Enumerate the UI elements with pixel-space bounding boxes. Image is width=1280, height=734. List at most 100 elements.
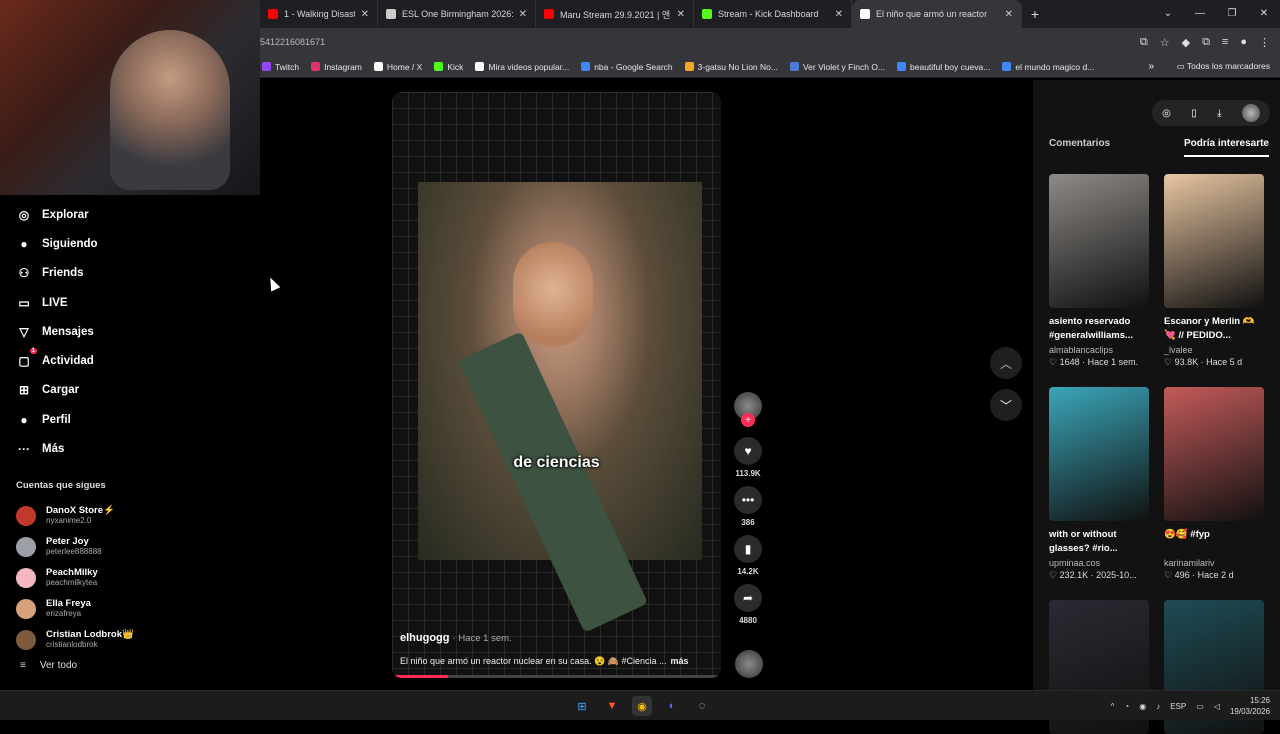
network-icon[interactable]: ▭ — [1196, 702, 1204, 711]
close-tab-icon[interactable]: ✕ — [677, 9, 685, 20]
obs-icon[interactable]: ◌ — [692, 696, 712, 716]
browser-tab[interactable]: El niño que armó un reactor ✕ — [852, 0, 1022, 28]
browser-tab[interactable]: 1 - Walking Disaster - Yo ✕ — [260, 0, 378, 28]
see-all-link[interactable]: ≡ Ver todo — [20, 660, 77, 671]
account-item[interactable]: Cristian Lodbrok👑 cristianlodbrok — [16, 624, 246, 655]
close-tab-icon[interactable]: ✕ — [835, 9, 843, 20]
sidebar-item[interactable]: ▢ 1 Actividad — [16, 346, 246, 375]
close-tab-icon[interactable]: ✕ — [519, 9, 527, 20]
bookmark-item[interactable]: nba - Google Search — [581, 62, 673, 72]
tab-suggested[interactable]: Podría interesarte — [1183, 138, 1269, 157]
media-icon[interactable]: ≡ — [1222, 36, 1228, 49]
restore-icon[interactable]: ❐ — [1216, 0, 1248, 28]
close-tab-icon[interactable]: ✕ — [1005, 9, 1013, 20]
share-button[interactable]: ➦ 4880 — [733, 584, 763, 625]
bookmark-item[interactable]: beautiful boy cueva... — [897, 62, 990, 72]
more-options-icon[interactable]: ⋮ — [1146, 315, 1150, 329]
user-avatar[interactable] — [1241, 104, 1260, 122]
star-icon[interactable]: ☆ — [1160, 36, 1170, 49]
heart-icon[interactable]: ♥ — [734, 437, 762, 465]
share-icon[interactable]: ➦ — [734, 584, 762, 612]
sidebar-item[interactable]: ⚇ Friends — [16, 259, 246, 288]
bookmark-item[interactable]: Kick — [434, 62, 463, 72]
chrome-icon[interactable]: ◉ — [632, 696, 652, 716]
chevron-right-icon[interactable]: » — [1148, 61, 1154, 72]
close-tab-icon[interactable]: ✕ — [361, 9, 369, 20]
video-thumbnail[interactable] — [1049, 387, 1149, 521]
language-indicator[interactable]: ESP — [1170, 702, 1186, 711]
sidebar-item[interactable]: ⊞ Cargar — [16, 376, 246, 405]
video-thumbnail[interactable] — [1164, 174, 1264, 308]
steam-icon[interactable]: ◉ — [1139, 702, 1146, 711]
bookmark-item[interactable]: Ver Violet y Finch O... — [789, 62, 885, 72]
account-item[interactable]: PeachMilky peachmilkytea — [16, 562, 246, 593]
microphone-icon[interactable]: ♪ — [1156, 702, 1160, 711]
download-icon[interactable]: ⤓ — [1217, 108, 1221, 119]
profile-icon[interactable]: ● — [1240, 36, 1247, 49]
browser-tab[interactable]: ESL One Birmingham 2026: Gro ✕ — [378, 0, 536, 28]
new-tab-button[interactable]: + — [1022, 6, 1048, 22]
music-avatar[interactable] — [735, 650, 763, 678]
tab-search-icon[interactable]: ⌄ — [1152, 0, 1184, 28]
more-options-icon[interactable]: ⋮ — [1146, 528, 1150, 542]
follow-plus-icon[interactable]: + — [741, 413, 755, 427]
clock[interactable]: 15:26 19/03/2026 — [1230, 695, 1270, 717]
suggested-video-card[interactable]: Escanor y Merlin 🫶💘 // PEDIDO... ⋮ _lvale… — [1164, 174, 1264, 368]
next-video-button[interactable]: ﹀ — [990, 389, 1022, 421]
chevron-up-icon[interactable]: ^ — [1111, 702, 1115, 711]
phone-icon[interactable]: ▯ — [1191, 108, 1197, 119]
extension-icon[interactable]: ◆ — [1182, 36, 1190, 49]
more-options-icon[interactable]: ⋮ — [1261, 315, 1265, 329]
suggested-video-card[interactable]: 😍🥰 #fyp ⋮ karinamilariv ♡ 496 · Hace 2 d — [1164, 387, 1264, 581]
headset-icon[interactable]: ◔ — [1124, 702, 1129, 711]
menu-icon[interactable]: ⋮ — [1259, 36, 1270, 49]
install-icon[interactable]: ⧉ — [1140, 36, 1148, 49]
browser-tab[interactable]: Stream - Kick Dashboard ✕ — [694, 0, 852, 28]
brave-icon[interactable]: ▼ — [602, 696, 622, 716]
previous-video-button[interactable]: ︿ — [990, 347, 1022, 379]
all-bookmarks[interactable]: ▭ Todos los marcadores — [1177, 61, 1270, 72]
browser-tab[interactable]: Maru Stream 29.9.2021 | 앤트아 ✕ — [536, 0, 694, 28]
card-author[interactable]: karinamilariv — [1164, 558, 1264, 568]
close-window-icon[interactable]: ✕ — [1248, 0, 1280, 28]
more-options-icon[interactable]: ⋮ — [1261, 528, 1265, 542]
video-player[interactable]: de ciencias elhugogg · Hace 1 sem. El ni… — [392, 92, 721, 678]
next-avatar[interactable] — [735, 650, 763, 678]
bookmark-item[interactable]: Twitch — [262, 62, 299, 72]
sidebar-item[interactable]: ▭ LIVE — [16, 288, 246, 317]
sidebar-item[interactable]: ▽ Mensajes — [16, 317, 246, 346]
save-button[interactable]: ▮ 14.2K — [733, 535, 763, 576]
card-author[interactable]: upminaa.cos — [1049, 558, 1149, 568]
sidebar-item[interactable]: ··· Más — [16, 434, 246, 463]
bookmark-icon[interactable]: ▮ — [734, 535, 762, 563]
author-name[interactable]: elhugogg — [400, 632, 450, 644]
card-author[interactable]: _lvalee — [1164, 345, 1264, 355]
bookmark-item[interactable]: el mundo magico d... — [1002, 62, 1094, 72]
video-thumbnail[interactable] — [1164, 387, 1264, 521]
discord-icon[interactable]: ◐ — [662, 696, 682, 716]
account-item[interactable]: DanoX Store⚡ nyxanime2.0 — [16, 500, 246, 531]
video-thumbnail[interactable] — [1049, 174, 1149, 308]
account-item[interactable]: Ella Freya erizafreya — [16, 593, 246, 624]
compass-icon[interactable]: ◎ — [1162, 108, 1171, 119]
bookmark-item[interactable]: Home / X — [373, 62, 422, 72]
like-button[interactable]: ♥ 113.9K — [733, 437, 763, 478]
bookmark-item[interactable]: Mira videos popular... — [475, 62, 569, 72]
volume-icon[interactable]: ◁ — [1214, 702, 1220, 711]
video-author[interactable]: elhugogg · Hace 1 sem. — [400, 632, 512, 644]
windows-start-icon[interactable]: ⊞ — [572, 696, 592, 716]
tab-comments[interactable]: Comentarios — [1049, 138, 1110, 157]
comment-button[interactable]: ••• 386 — [733, 486, 763, 527]
bookmark-item[interactable]: 3-gatsu No Lion No... — [684, 62, 778, 72]
url-text[interactable]: 5412216081671 — [260, 37, 325, 47]
sidebar-item[interactable]: ● Siguiendo — [16, 229, 246, 258]
minimize-icon[interactable]: — — [1184, 0, 1216, 28]
card-author[interactable]: almablancaclips — [1049, 345, 1149, 355]
suggested-video-card[interactable]: asiento reservado #generalwilliams... ⋮ a… — [1049, 174, 1149, 368]
bookmark-item[interactable]: Instagram — [311, 62, 362, 72]
suggested-video-card[interactable]: with or without glasses? #rio... ⋮ upmina… — [1049, 387, 1149, 581]
sidebar-item[interactable]: ◎ Explorar — [16, 200, 246, 229]
sidebar-item[interactable]: ● Perfil — [16, 405, 246, 434]
creator-avatar-group[interactable]: + — [733, 392, 763, 427]
more-link[interactable]: más — [671, 656, 689, 666]
